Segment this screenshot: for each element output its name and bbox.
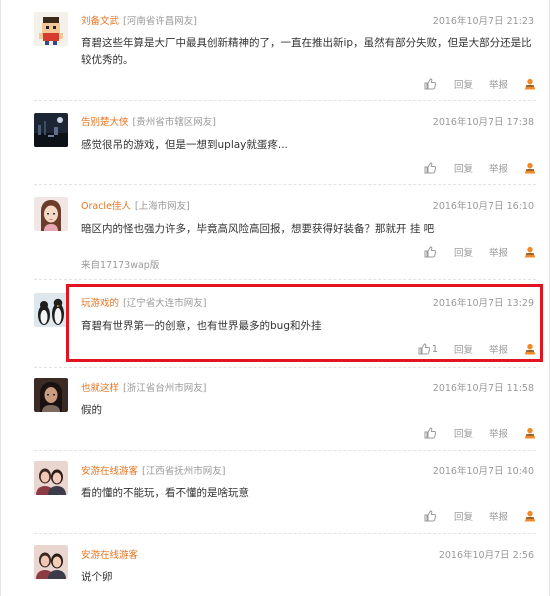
user-profile-icon[interactable] — [524, 246, 536, 258]
report-button[interactable]: 举报 — [489, 245, 508, 259]
reply-button[interactable]: 回复 — [454, 77, 473, 91]
comment-actions: 回复 举报 — [424, 426, 536, 440]
comment-text: 感觉很吊的游戏，但是一想到uplay就蛋疼... — [81, 139, 288, 151]
comment-text: 育碧这些年算是大厂中最具创新精神的了，一直在推出新ip，虽然有部分失败，但是大部… — [81, 37, 532, 66]
avatar[interactable] — [34, 461, 68, 495]
comment-time: 2016年10月7日 2:56 — [438, 550, 534, 561]
comment-time: 2016年10月7日 17:38 — [432, 117, 534, 128]
divider — [34, 367, 536, 368]
avatar[interactable] — [34, 378, 68, 412]
thumbs-up-icon — [424, 78, 436, 90]
thumbs-up-icon — [424, 510, 436, 522]
user-location: [贵州省市辖区网友] — [132, 117, 216, 128]
like-button[interactable] — [424, 510, 438, 522]
avatar[interactable] — [34, 293, 68, 327]
reply-button[interactable]: 回复 — [454, 426, 473, 440]
comment-text: 假的 — [81, 404, 102, 416]
user-location: [江西省抚州市网友] — [142, 466, 226, 477]
divider — [34, 184, 536, 185]
thumbs-up-icon — [424, 427, 436, 439]
comment-source: 来自17173wap版 — [81, 260, 160, 271]
divider — [34, 450, 536, 451]
user-location: [上海市网友] — [134, 201, 190, 212]
username-link[interactable]: 安游在线游客 — [81, 466, 138, 477]
comment-meta: 刘备文武 [河南省许昌网友] — [81, 13, 197, 27]
username-link[interactable]: 告别楚大侠 — [81, 117, 129, 128]
comment-actions: 回复 举报 — [424, 509, 536, 523]
comment-actions: 回复 举报 — [424, 245, 536, 259]
avatar[interactable] — [34, 113, 68, 147]
reply-button[interactable]: 回复 — [454, 509, 473, 523]
highlight-box — [66, 284, 543, 362]
like-button[interactable] — [424, 162, 438, 174]
comment-text: 看的懂的不能玩，看不懂的是啥玩意 — [81, 487, 249, 499]
comment-meta: 安游在线游客 — [81, 547, 142, 561]
avatar[interactable] — [34, 12, 68, 46]
comment-time: 2016年10月7日 16:10 — [432, 201, 534, 212]
reply-button[interactable]: 回复 — [454, 245, 473, 259]
user-profile-icon[interactable] — [524, 427, 536, 439]
report-button[interactable]: 举报 — [489, 77, 508, 91]
thumbs-up-icon — [424, 246, 436, 258]
comment-meta: 安游在线游客 [江西省抚州市网友] — [81, 463, 225, 477]
user-profile-icon[interactable] — [524, 162, 536, 174]
report-button[interactable]: 举报 — [489, 426, 508, 440]
username-link[interactable]: 也就这样 — [81, 383, 119, 394]
comment-time: 2016年10月7日 10:40 — [432, 466, 534, 477]
username-link[interactable]: 刘备文武 — [81, 16, 119, 27]
user-profile-icon[interactable] — [524, 510, 536, 522]
report-button[interactable]: 举报 — [489, 161, 508, 175]
comment-meta: Oracle佳人 [上海市网友] — [81, 198, 190, 212]
comment-actions: 回复 举报 — [424, 77, 536, 91]
divider — [34, 279, 536, 280]
like-button[interactable] — [424, 427, 438, 439]
divider — [34, 100, 536, 101]
page-frame-left — [0, 0, 1, 596]
like-button[interactable] — [424, 246, 438, 258]
divider — [34, 533, 536, 534]
comment-text: 说个卵 — [81, 571, 113, 583]
comment-time: 2016年10月7日 21:23 — [432, 16, 534, 27]
username-link[interactable]: Oracle佳人 — [81, 201, 131, 212]
comment-text: 暗区内的怪也强力许多，毕竟高风险高回报，想要获得好装备？那就开 挂 吧 — [81, 223, 435, 235]
user-location: [河南省许昌网友] — [123, 16, 197, 27]
comment-meta: 告别楚大侠 [贵州省市辖区网友] — [81, 114, 216, 128]
comment-time: 2016年10月7日 11:58 — [432, 383, 534, 394]
thumbs-up-icon — [424, 162, 436, 174]
username-link[interactable]: 安游在线游客 — [81, 550, 138, 561]
reply-button[interactable]: 回复 — [454, 161, 473, 175]
report-button[interactable]: 举报 — [489, 509, 508, 523]
like-button[interactable] — [424, 78, 438, 90]
comment-actions: 回复 举报 — [424, 161, 536, 175]
user-location: [浙江省台州市网友] — [123, 383, 207, 394]
user-profile-icon[interactable] — [524, 78, 536, 90]
avatar[interactable] — [34, 545, 68, 579]
avatar[interactable] — [34, 197, 68, 231]
comment-meta: 也就这样 [浙江省台州市网友] — [81, 380, 206, 394]
